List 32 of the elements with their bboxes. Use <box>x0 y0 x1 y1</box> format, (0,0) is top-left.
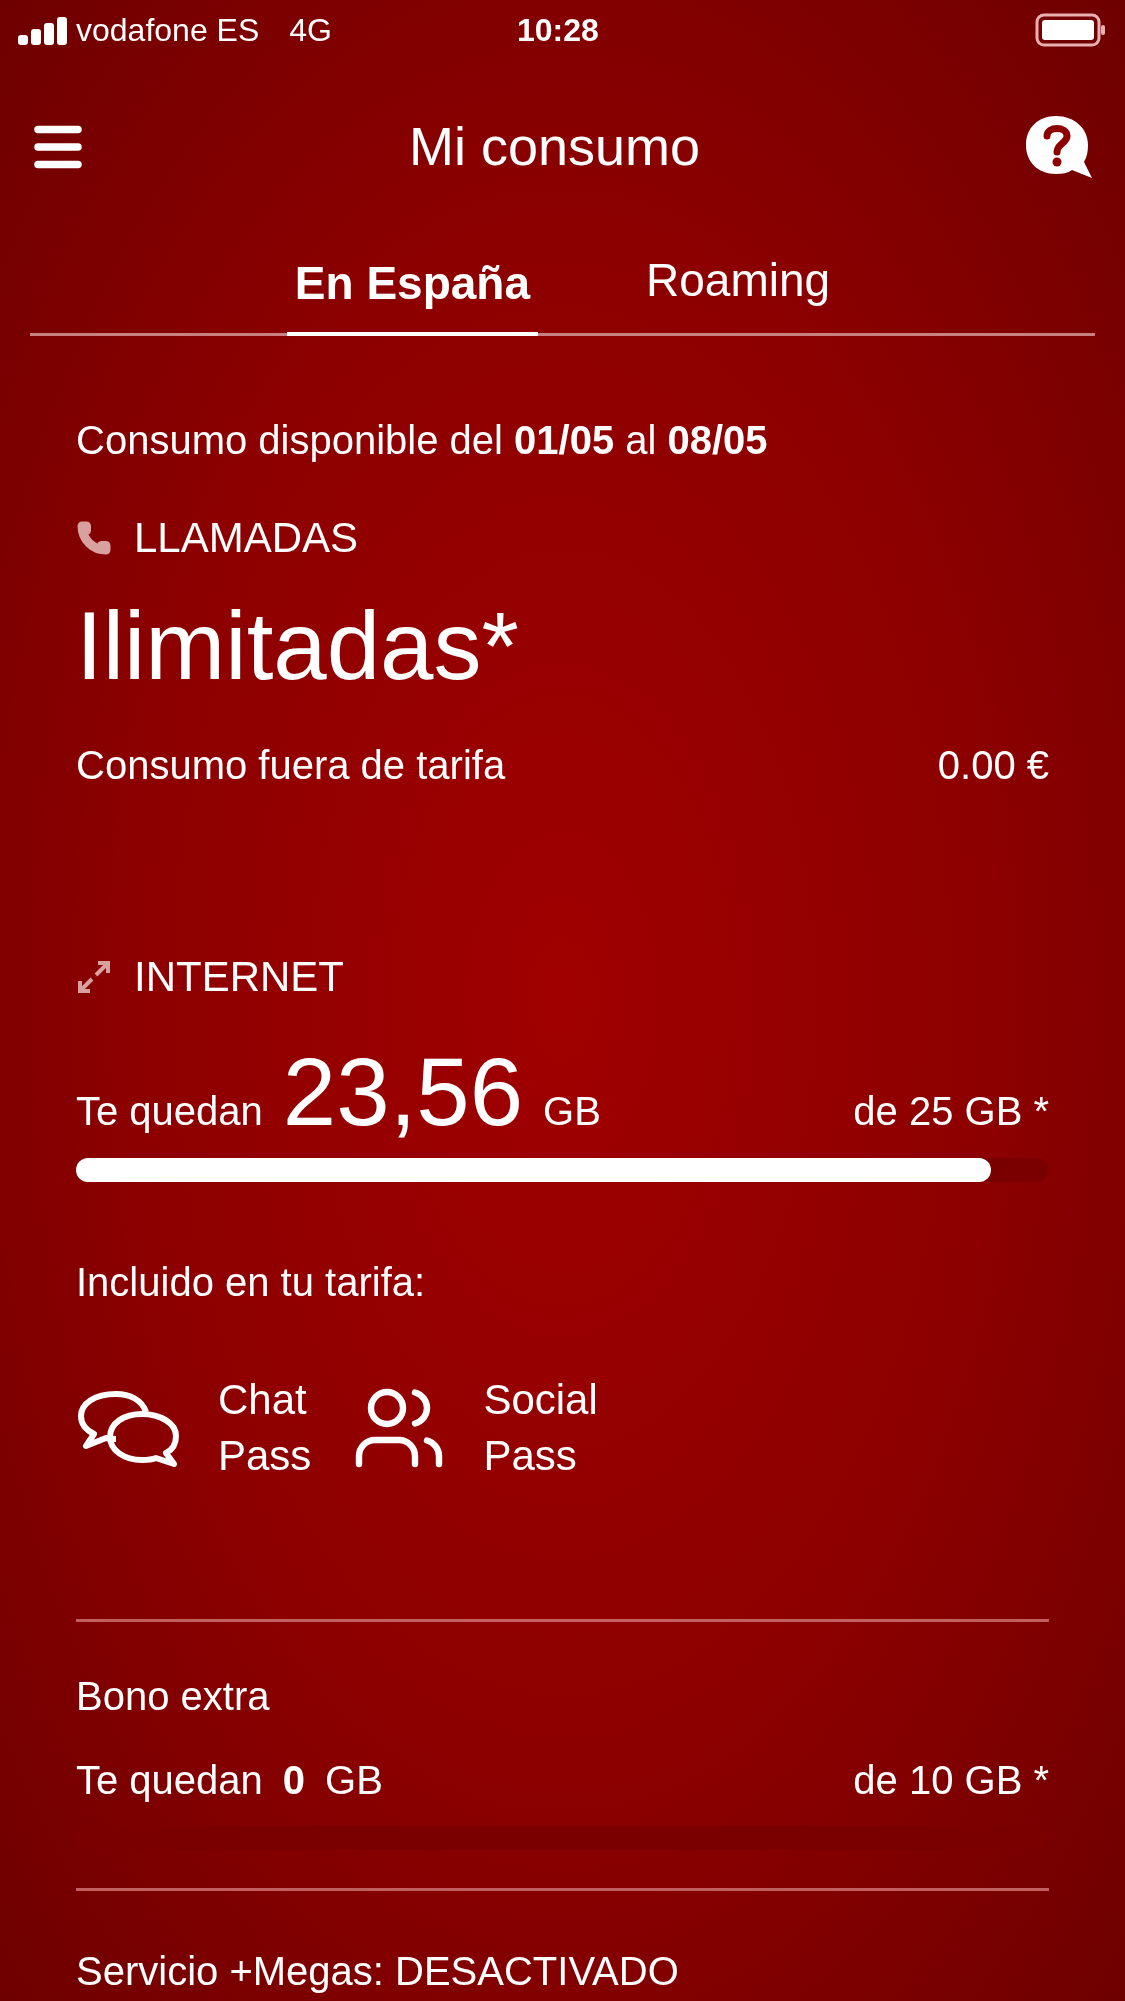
page-title: Mi consumo <box>408 115 701 179</box>
bonus-title: Bono extra <box>76 1673 271 1720</box>
signal-icon <box>18 15 70 46</box>
network-type: 4G <box>289 11 332 51</box>
total-label: de 25 GB * <box>853 1088 1049 1135</box>
remaining-label: Te quedan <box>76 1088 263 1135</box>
phone-icon <box>76 519 112 556</box>
extra-usage-amount: 0.00 € <box>937 742 1049 789</box>
extra-usage-label: Consumo fuera de tarifa <box>76 742 506 789</box>
carrier-name: vodafone ES <box>76 11 260 51</box>
expand-arrows-icon <box>76 958 112 995</box>
total-label: de 10 GB * <box>853 1757 1049 1804</box>
section-heading: LLAMADAS <box>134 513 359 563</box>
chat-bubbles-icon <box>76 1388 182 1468</box>
tab[interactable]: Roaming <box>638 246 839 333</box>
calls-value: Ilimitadas* <box>76 591 520 701</box>
remaining-label: Te quedan <box>76 1757 263 1804</box>
pass-name: Chat <box>218 1375 308 1425</box>
pass-subtitle: Pass <box>483 1431 578 1481</box>
included-title: Incluido en tu tarifa: <box>76 1259 427 1306</box>
unit-label: GB <box>325 1757 383 1804</box>
unit-label: GB <box>543 1088 601 1135</box>
tab[interactable]: En España <box>286 249 539 336</box>
pass-subtitle: Pass <box>218 1431 312 1481</box>
period-text: Consumo disponible del 01/05 al 08/05 <box>76 417 769 464</box>
remaining-amount: 0 <box>282 1757 306 1804</box>
remaining-amount: 23,56 <box>282 1042 524 1142</box>
clock-time: 10:28 <box>517 11 599 51</box>
pass-name: Social <box>483 1375 598 1425</box>
section-heading: INTERNET <box>134 952 344 1002</box>
battery-icon <box>1035 13 1107 48</box>
service-status: Servicio +Megas: DESACTIVADO <box>76 1948 680 1995</box>
